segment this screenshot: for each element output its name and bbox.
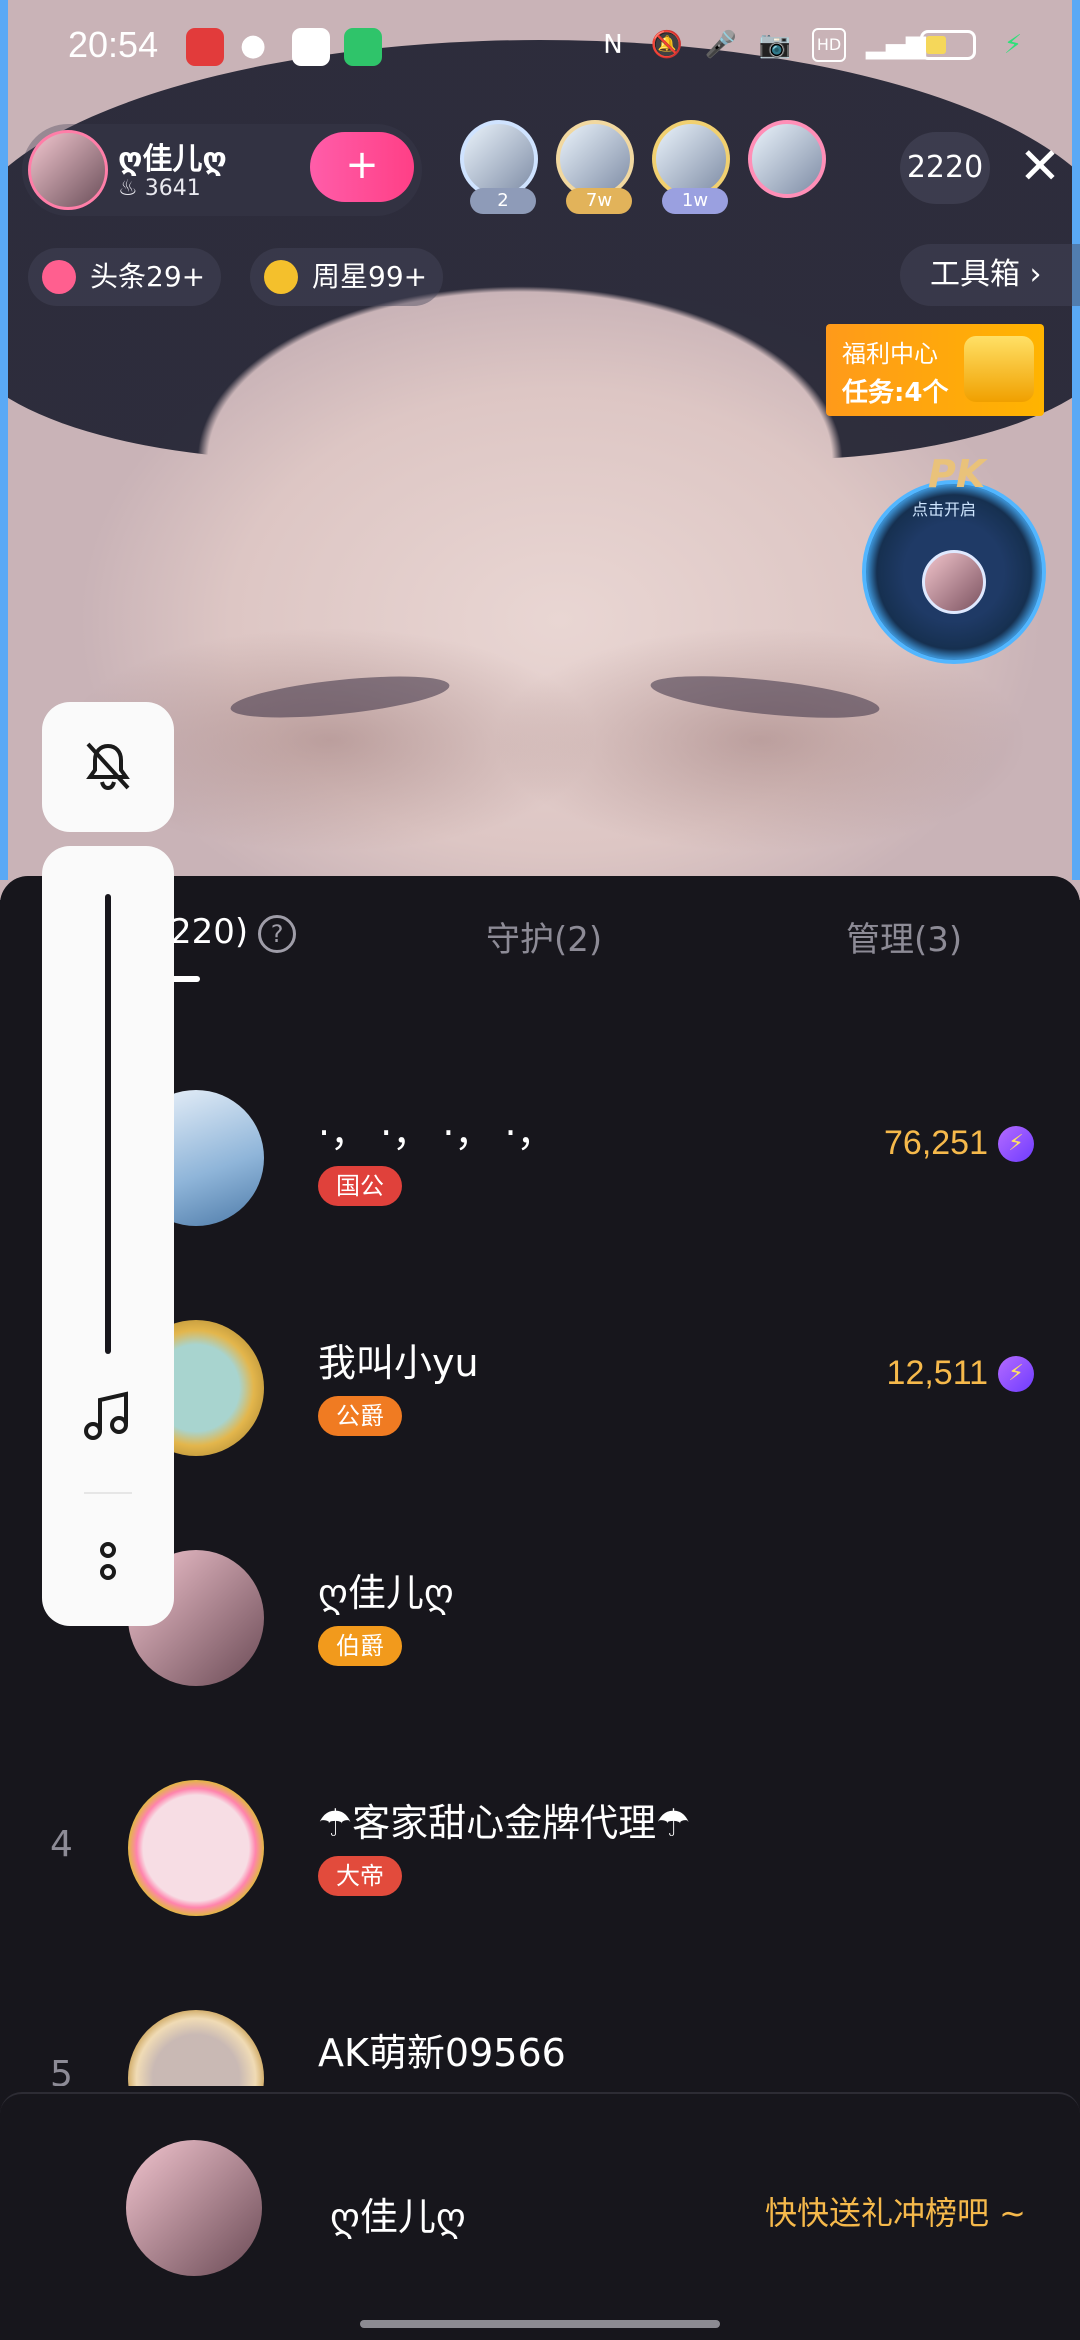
treasure-chest-icon xyxy=(964,336,1034,402)
host-avatar[interactable] xyxy=(28,130,108,210)
viewer-tag: 2 xyxy=(470,188,536,214)
bell-off-icon xyxy=(86,742,130,791)
viewer-tag: 7w xyxy=(566,188,632,214)
viewer-tag: 1w xyxy=(662,188,728,214)
my-name: ღ佳儿ღ xyxy=(330,2195,466,2239)
nfc-icon: Ν xyxy=(603,30,623,60)
status-bar: 20:54 ● Ν 🔕 🎤 📷 HD ▂▄▆ ⚡ xyxy=(0,0,1080,96)
ranking-row[interactable]: 4 ☂客家甜心金牌代理☂ 大帝 xyxy=(0,1736,1080,1966)
music-note-icon[interactable] xyxy=(78,1386,138,1446)
user-name: ·， ·， ·， ·， xyxy=(318,1111,555,1155)
rank-badge: 大帝 xyxy=(318,1856,402,1896)
follow-button[interactable]: + xyxy=(310,132,414,202)
pk-sub-label: 点击开启 xyxy=(912,500,977,519)
headline-label: 头条29+ xyxy=(90,260,206,293)
tab-audience-label: 220) xyxy=(170,912,249,952)
top-viewer-avatar[interactable]: 2 xyxy=(460,120,538,214)
wechat-icon: ● xyxy=(240,28,267,63)
pk-label: PK xyxy=(928,452,986,496)
camera-brow-left xyxy=(228,668,452,726)
pk-button[interactable]: PK 点击开启 xyxy=(862,452,1048,664)
tab-underline xyxy=(170,976,200,982)
headline-chip[interactable]: 头条29+ xyxy=(28,248,222,306)
status-time: 20:54 xyxy=(68,24,159,65)
home-indicator[interactable] xyxy=(360,2320,720,2328)
mute-notification-button[interactable] xyxy=(42,702,174,832)
user-name: 我叫小yu xyxy=(318,1341,479,1385)
ranking-row[interactable]: 5 AK萌新09566 皇帝 xyxy=(0,1966,1080,2086)
my-avatar[interactable] xyxy=(126,2140,262,2276)
rank-number: 5 xyxy=(50,2054,73,2086)
top-viewer-avatar[interactable] xyxy=(748,120,826,198)
welfare-center-banner[interactable]: 福利中心 任务:4个 xyxy=(826,324,1044,416)
toolbox-button[interactable]: 工具箱 › xyxy=(900,244,1080,306)
rank-badge: 伯爵 xyxy=(318,1626,402,1666)
lightning-icon: ⚡ xyxy=(998,1126,1034,1162)
rank-badge: 国公 xyxy=(318,1166,402,1206)
tab-guard[interactable]: 守护(2) xyxy=(486,912,602,961)
flame-icon xyxy=(42,260,76,294)
top-viewer-avatars: 2 7w 1w xyxy=(460,120,826,214)
frame-edge-right xyxy=(1072,0,1080,880)
heart-app-icon xyxy=(186,28,224,66)
weekly-star-label: 周星99+ xyxy=(312,260,428,293)
live-stream-screen: 20:54 ● Ν 🔕 🎤 📷 HD ▂▄▆ ⚡ ღ佳儿ღ ♨ 3641 + 2… xyxy=(0,0,1080,2340)
my-ranking-bar[interactable]: ღ佳儿ღ 快快送礼冲榜吧 ~ xyxy=(0,2092,1080,2340)
host-fans: ♨ 3641 xyxy=(118,176,201,201)
pk-host-avatar xyxy=(922,550,986,614)
status-right-icons: Ν 🔕 🎤 📷 HD ▂▄▆ ⚡ xyxy=(596,28,1030,62)
charging-icon: ⚡ xyxy=(1003,30,1023,60)
user-name: ☂客家甜心金牌代理☂ xyxy=(318,1801,691,1845)
hd-icon: HD xyxy=(812,28,846,62)
signal-icon: ▂▄▆ xyxy=(866,30,926,60)
mic-icon: 🎤 xyxy=(704,30,738,60)
star-icon xyxy=(264,260,298,294)
host-fans-count: 3641 xyxy=(144,176,201,201)
frame-edge-left xyxy=(0,0,8,880)
user-name: AK萌新09566 xyxy=(318,2031,566,2075)
send-gift-prompt[interactable]: 快快送礼冲榜吧 ~ xyxy=(765,2188,1026,2234)
contribution-score: 76,251 xyxy=(884,1124,988,1162)
volume-slider[interactable] xyxy=(105,894,111,1354)
lightning-icon: ⚡ xyxy=(998,1356,1034,1392)
tab-admin[interactable]: 管理(3) xyxy=(846,912,962,961)
user-avatar[interactable] xyxy=(128,1780,264,1916)
user-avatar[interactable] xyxy=(128,2010,264,2086)
top-viewer-avatar[interactable]: 1w xyxy=(652,120,730,214)
mute-icon: 🔕 xyxy=(650,30,684,60)
welfare-title: 福利中心 xyxy=(842,340,938,368)
top-viewer-avatar[interactable]: 7w xyxy=(556,120,634,214)
welfare-tasks: 任务:4个 xyxy=(842,378,949,408)
close-icon[interactable]: ✕ xyxy=(1010,138,1070,198)
tab-audience[interactable]: 220)? xyxy=(170,912,297,953)
weekly-star-chip[interactable]: 周星99+ xyxy=(250,248,444,306)
user-name: ღ佳儿ღ xyxy=(318,1571,454,1615)
camera-icon: 📷 xyxy=(758,30,792,60)
camera-brow-right xyxy=(648,668,882,726)
volume-panel xyxy=(42,846,174,1626)
help-icon[interactable]: ? xyxy=(258,914,297,953)
more-options-icon[interactable] xyxy=(94,1536,122,1586)
viewer-count-button[interactable]: 2220 xyxy=(900,132,990,204)
green-app-icon xyxy=(344,28,382,66)
contribution-score: 12,511 xyxy=(886,1354,988,1392)
host-name: ღ佳儿ღ xyxy=(118,142,227,177)
battery-icon xyxy=(920,30,976,60)
rank-badge: 公爵 xyxy=(318,1396,402,1436)
planet-app-icon xyxy=(292,28,330,66)
divider xyxy=(84,1492,132,1494)
rank-number: 4 xyxy=(50,1824,73,1865)
